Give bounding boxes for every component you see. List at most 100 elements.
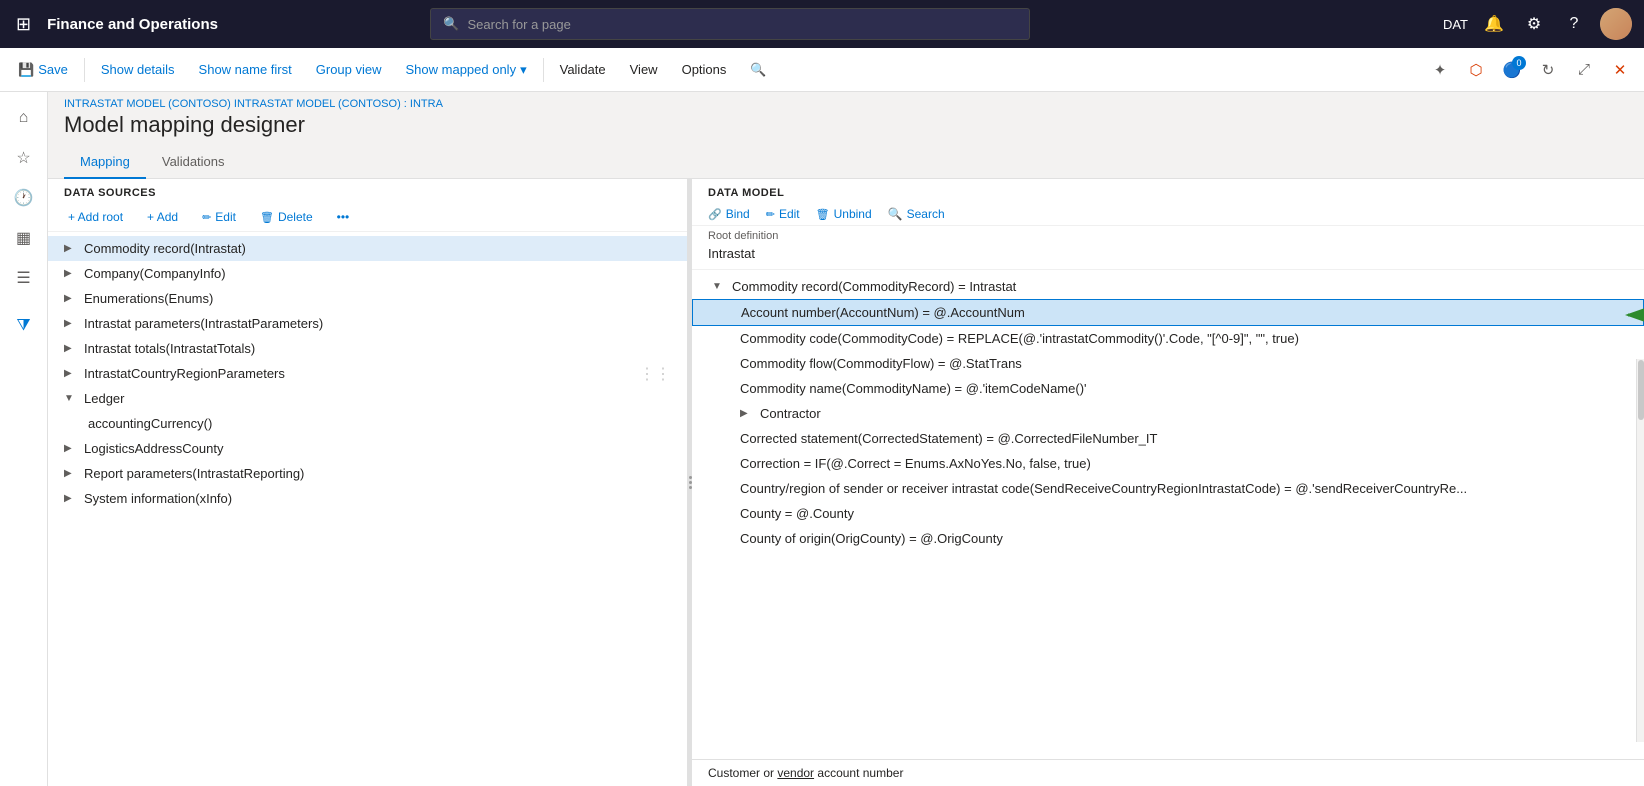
validate-button[interactable]: Validate: [550, 52, 616, 88]
drag-handle: ⋮⋮: [639, 364, 671, 384]
expand-icon-1[interactable]: ▶: [64, 268, 78, 279]
search-input[interactable]: [467, 17, 1017, 32]
data-sources-tree: ▶ Commodity record(Intrastat) ▶ Company(…: [48, 232, 687, 786]
data-model-edit-icon: ✏: [766, 208, 775, 221]
tree-item-company[interactable]: ▶ Company(CompanyInfo): [48, 261, 687, 286]
dm-label-7: Correction = IF(@.Correct = Enums.AxNoYe…: [740, 456, 1091, 471]
show-mapped-only-label: Show mapped only: [406, 62, 517, 77]
view-button[interactable]: View: [620, 52, 668, 88]
tree-item-report-params[interactable]: ▶ Report parameters(IntrastatReporting): [48, 461, 687, 486]
root-definition-value: Intrastat: [708, 246, 1628, 261]
avatar[interactable]: [1600, 8, 1632, 40]
dm-item-country-region[interactable]: Country/region of sender or receiver int…: [692, 476, 1644, 501]
tree-item-logistics-address[interactable]: ▶ LogisticsAddressCounty: [48, 436, 687, 461]
add-button[interactable]: + Add: [139, 207, 186, 227]
more-button[interactable]: •••: [329, 207, 358, 227]
expand-icon-0[interactable]: ▶: [64, 243, 78, 254]
page-title: Model mapping designer: [48, 112, 1644, 146]
expand-icon-4[interactable]: ▶: [64, 343, 78, 354]
sidebar-recent-icon[interactable]: 🕐: [6, 180, 42, 216]
dm-label-3: Commodity flow(CommodityFlow) = @.StatTr…: [740, 356, 1022, 371]
grid-menu-icon[interactable]: ⊞: [12, 10, 35, 39]
tree-item-intrastat-country[interactable]: ▶ IntrastatCountryRegionParameters ⋮⋮: [48, 361, 687, 386]
sidebar-home-icon[interactable]: ⌂: [6, 100, 42, 136]
expand-icon-2[interactable]: ▶: [64, 293, 78, 304]
more-icon: •••: [337, 210, 350, 224]
dm-item-correction[interactable]: Correction = IF(@.Correct = Enums.AxNoYe…: [692, 451, 1644, 476]
tooltip-vendor-link[interactable]: vendor: [777, 766, 814, 780]
root-definition-section: Root definition Intrastat: [692, 226, 1644, 270]
tree-item-intrastat-totals[interactable]: ▶ Intrastat totals(IntrastatTotals): [48, 336, 687, 361]
show-mapped-only-button[interactable]: Show mapped only ▾: [396, 52, 537, 88]
scrollbar-thumb[interactable]: [1638, 360, 1644, 420]
tab-validations[interactable]: Validations: [146, 146, 241, 179]
sidebar-filter-icon[interactable]: ⧩: [6, 308, 42, 344]
expand-icon-7[interactable]: ▶: [64, 443, 78, 454]
save-button[interactable]: 💾 Save: [8, 52, 78, 88]
close-icon[interactable]: ✕: [1604, 54, 1636, 86]
tree-item-commodity-record[interactable]: ▶ Commodity record(Intrastat): [48, 236, 687, 261]
bottom-tooltip: Customer or vendor account number: [692, 759, 1644, 786]
save-icon: 💾: [18, 62, 34, 78]
dm-item-corrected-statement[interactable]: Corrected statement(CorrectedStatement) …: [692, 426, 1644, 451]
refresh-icon[interactable]: ↻: [1532, 54, 1564, 86]
data-model-search-button[interactable]: 🔍 Search: [888, 207, 945, 221]
tree-item-label-3: Intrastat parameters(IntrastatParameters…: [84, 316, 323, 331]
tree-item-ledger[interactable]: ▼ Ledger: [48, 386, 687, 411]
show-details-label: Show details: [101, 62, 175, 77]
dm-item-commodity-name[interactable]: Commodity name(CommodityName) = @.'itemC…: [692, 376, 1644, 401]
edit-button[interactable]: ✏ Edit: [194, 207, 244, 227]
bind-button[interactable]: 🔗 Bind: [708, 207, 750, 221]
sidebar-list-icon[interactable]: ☰: [6, 260, 42, 296]
delete-button[interactable]: 🗑 Delete: [252, 207, 321, 227]
dm-item-commodity-flow[interactable]: Commodity flow(CommodityFlow) = @.StatTr…: [692, 351, 1644, 376]
dm-expand-contractor[interactable]: ▶: [740, 408, 754, 419]
tab-mapping[interactable]: Mapping: [64, 146, 146, 179]
expand-icon-8[interactable]: ▶: [64, 468, 78, 479]
add-label: + Add: [147, 210, 178, 224]
dm-item-commodity-record[interactable]: ▼ Commodity record(CommodityRecord) = In…: [692, 274, 1644, 299]
dm-label-0: Commodity record(CommodityRecord) = Intr…: [732, 279, 1016, 294]
office-icon[interactable]: ⬡: [1460, 54, 1492, 86]
main-layout: ⌂ ☆ 🕐 ▦ ☰ ⧩ INTRASTAT MODEL (CONTOSO) IN…: [0, 92, 1644, 786]
tree-item-system-info[interactable]: ▶ System information(xInfo): [48, 486, 687, 511]
global-search-bar[interactable]: 🔍: [430, 8, 1030, 40]
sparkle-icon[interactable]: ✦: [1424, 54, 1456, 86]
open-new-icon[interactable]: ⤢: [1568, 54, 1600, 86]
search-toolbar-icon: 🔍: [750, 62, 766, 78]
view-label: View: [630, 62, 658, 77]
show-details-button[interactable]: Show details: [91, 52, 185, 88]
unbind-button[interactable]: 🗑 Unbind: [816, 207, 872, 221]
dm-item-account-number[interactable]: Account number(AccountNum) = @.AccountNu…: [692, 299, 1644, 326]
expand-icon-3[interactable]: ▶: [64, 318, 78, 329]
group-view-button[interactable]: Group view: [306, 52, 392, 88]
options-button[interactable]: Options: [672, 52, 737, 88]
data-model-edit-button[interactable]: ✏ Edit: [766, 207, 800, 221]
scrollbar-track[interactable]: [1636, 359, 1644, 742]
help-icon[interactable]: ?: [1560, 10, 1588, 38]
edit-label: Edit: [215, 210, 236, 224]
dm-item-county-origin[interactable]: County of origin(OrigCounty) = @.OrigCou…: [692, 526, 1644, 551]
tree-item-label-4: Intrastat totals(IntrastatTotals): [84, 341, 255, 356]
expand-icon-5[interactable]: ▶: [64, 368, 78, 379]
search-toolbar-button[interactable]: 🔍: [740, 52, 776, 88]
dm-item-contractor[interactable]: ▶ Contractor: [692, 401, 1644, 426]
badge-icon[interactable]: 🔵 0: [1496, 54, 1528, 86]
add-root-button[interactable]: + Add root: [60, 207, 131, 227]
notification-icon[interactable]: 🔔: [1480, 10, 1508, 38]
expand-icon-6[interactable]: ▼: [64, 393, 78, 404]
tree-item-accounting-currency[interactable]: accountingCurrency(): [48, 411, 687, 436]
show-name-first-button[interactable]: Show name first: [189, 52, 302, 88]
expand-icon-9[interactable]: ▶: [64, 493, 78, 504]
dm-expand-0[interactable]: ▼: [712, 281, 726, 292]
toolbar-separator-1: [84, 58, 85, 82]
settings-icon[interactable]: ⚙: [1520, 10, 1548, 38]
sidebar-favorites-icon[interactable]: ☆: [6, 140, 42, 176]
dm-item-county[interactable]: County = @.County: [692, 501, 1644, 526]
tree-item-enumerations[interactable]: ▶ Enumerations(Enums): [48, 286, 687, 311]
breadcrumb[interactable]: INTRASTAT MODEL (CONTOSO) INTRASTAT MODE…: [48, 92, 1644, 112]
sidebar-workspaces-icon[interactable]: ▦: [6, 220, 42, 256]
tree-item-intrastat-params[interactable]: ▶ Intrastat parameters(IntrastatParamete…: [48, 311, 687, 336]
dm-item-commodity-code[interactable]: Commodity code(CommodityCode) = REPLACE(…: [692, 326, 1644, 351]
toolbar: 💾 Save Show details Show name first Grou…: [0, 48, 1644, 92]
